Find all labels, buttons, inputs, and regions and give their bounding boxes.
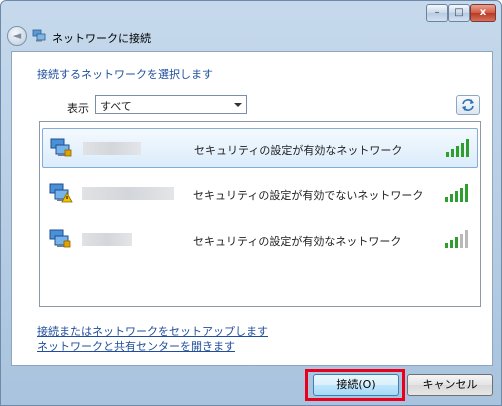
navigation-bar: ◄ ネットワークに接続 [1,23,501,51]
show-filter-dropdown[interactable]: すべて [95,95,247,114]
network-sharing-center-link[interactable]: ネットワークと共有センターを開きます [37,338,235,354]
dialog-content: 接続するネットワークを選択します 表示 すべて セキュリティの設定が有効なネット… [11,51,493,366]
filter-value: すべて [100,100,132,113]
secured-network-icon [50,138,72,157]
security-status: セキュリティの設定が有効なネットワーク [194,144,403,157]
window-title: ネットワークに接続 [52,32,151,45]
network-list[interactable]: セキュリティの設定が有効なネットワーク セキュリティの設定が有効でないネットワー… [39,121,481,307]
network-row[interactable]: セキュリティの設定が有効なネットワーク [42,220,478,260]
show-label: 表示 [67,102,89,115]
network-row[interactable]: セキュリティの設定が有効でないネットワーク [42,174,478,214]
back-arrow-icon[interactable]: ◄ [7,26,27,46]
close-button[interactable]: x [470,4,496,22]
refresh-icon [462,99,474,111]
network-name-redacted [82,187,174,200]
setup-connection-link[interactable]: 接続またはネットワークをセットアップします [37,323,268,339]
connect-button-highlight [305,369,405,401]
security-status: セキュリティの設定が有効でないネットワーク [193,189,424,202]
maximize-button[interactable]: □ [448,4,470,22]
minimize-button[interactable]: – [426,4,448,22]
network-name-redacted [82,233,132,246]
signal-strength-icon [446,139,469,157]
secured-network-icon [49,229,71,248]
security-status: セキュリティの設定が有効なネットワーク [193,235,402,248]
connect-to-network-window: – □ x ◄ ネットワークに接続 接続するネットワークを選択します 表示 すべ… [0,0,502,406]
signal-strength-icon [445,230,468,248]
instruction-heading: 接続するネットワークを選択します [37,68,213,81]
dialog-footer: 接続(O) キャンセル [1,365,501,405]
cancel-button[interactable]: キャンセル [407,374,493,396]
unsecured-network-icon [49,183,73,203]
network-name-redacted [83,142,141,155]
network-row[interactable]: セキュリティの設定が有効なネットワーク [42,128,478,168]
chevron-down-icon [234,103,242,107]
signal-strength-icon [445,184,468,202]
network-icon [32,29,46,42]
refresh-button[interactable] [456,95,480,115]
